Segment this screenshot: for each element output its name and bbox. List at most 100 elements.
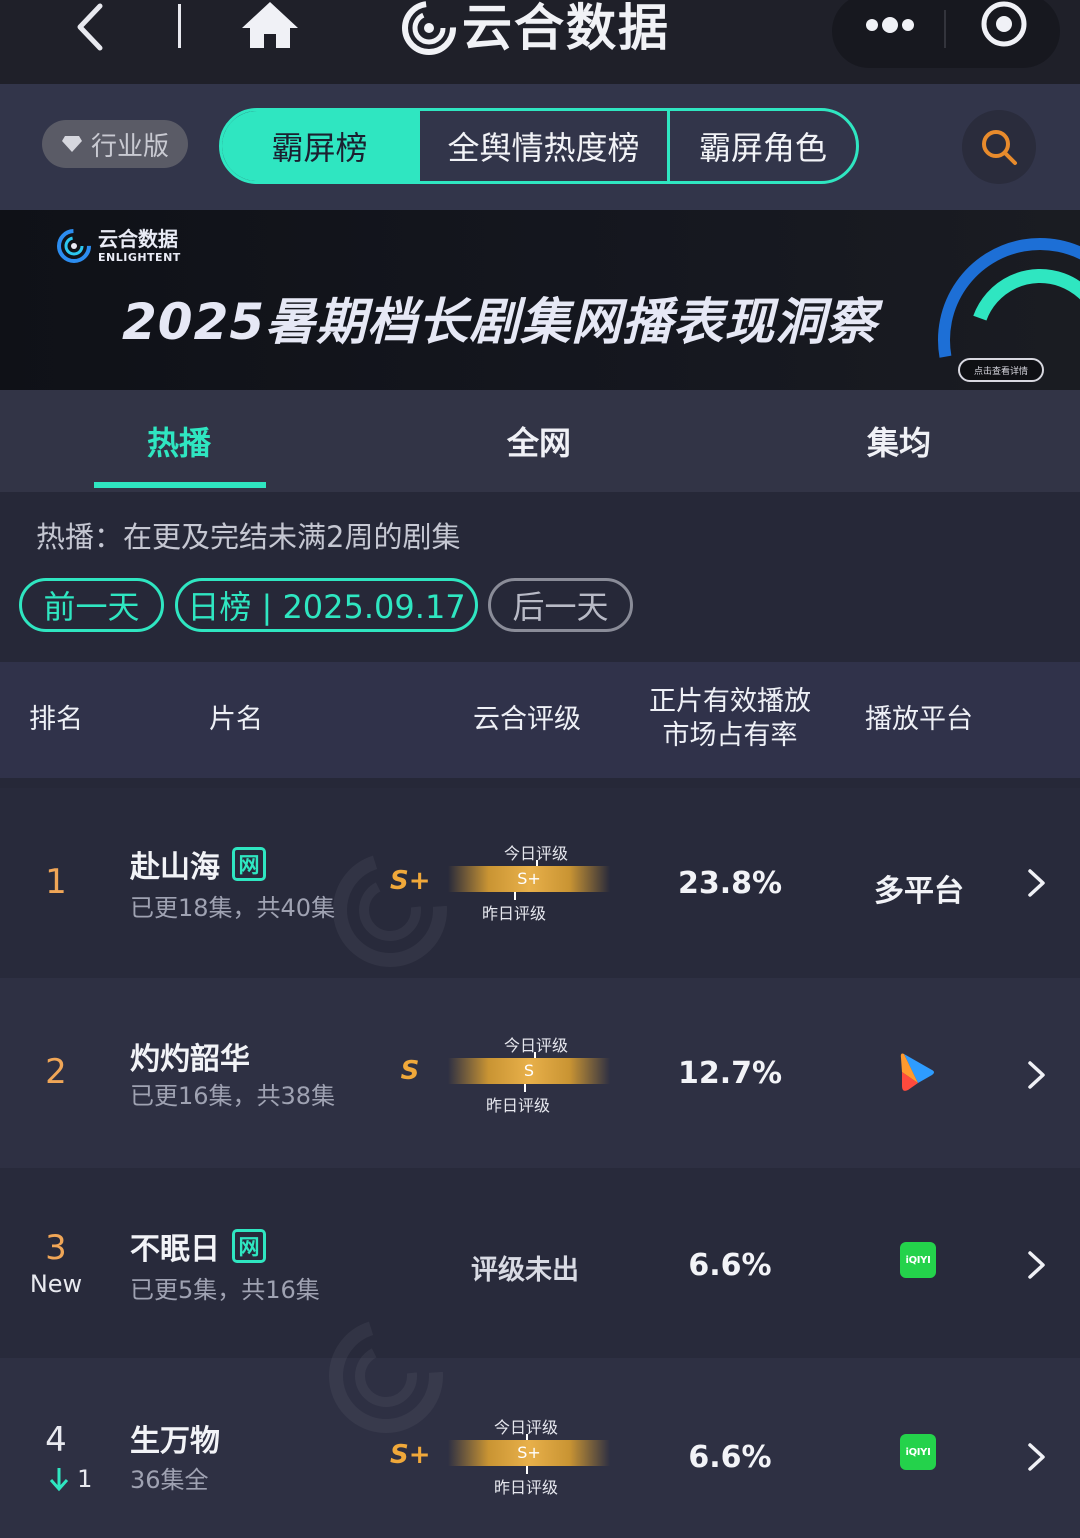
tab-dominant-characters[interactable]: 霸屏角色	[667, 111, 856, 181]
grade-comparison: 今日评级 S 昨日评级	[448, 1032, 610, 1122]
banner-logo-en: ENLIGHTENT	[98, 251, 181, 264]
list-description: 热播：在更及完结未满2周的剧集	[36, 520, 461, 554]
grade-bar-value: S	[523, 1061, 535, 1080]
tab-hot-airing[interactable]: 热播	[147, 418, 211, 464]
tab-screen-dominance[interactable]: 霸屏榜	[222, 111, 417, 181]
web-drama-badge: 网	[232, 1229, 266, 1263]
industry-version-button[interactable]: 行业版	[42, 120, 188, 168]
banner-title: 2025暑期档长剧集网播表现洞察	[122, 293, 878, 351]
yesterday-grade-pointer	[514, 892, 516, 900]
rank-change-value: 1	[77, 1465, 93, 1493]
industry-version-label: 行业版	[90, 131, 169, 162]
grade-label: S	[400, 1056, 420, 1086]
grade-comparison: 今日评级 S+ 昨日评级	[448, 840, 610, 930]
new-entry-label: New	[29, 1270, 83, 1298]
next-day-button[interactable]: 后一天	[488, 578, 633, 632]
tab-episode-average[interactable]: 集均	[867, 418, 931, 464]
drama-title: 赴山海 网	[130, 842, 266, 886]
rank-number: 1	[45, 862, 67, 902]
home-icon[interactable]	[240, 0, 300, 54]
drama-title: 生万物	[130, 1416, 220, 1460]
table-row[interactable]: 2 灼灼韶华 已更16集，共38集 S 今日评级 S 昨日评级 12.7%	[0, 978, 1080, 1168]
active-tab-indicator	[94, 482, 266, 488]
back-arrow-icon[interactable]	[62, 0, 118, 56]
chevron-right-icon[interactable]	[1026, 1442, 1048, 1472]
sub-tabs: 热播 全网 集均	[0, 390, 1080, 492]
grade-bar: S+	[448, 1440, 610, 1466]
market-share: 6.6%	[688, 1248, 772, 1283]
table-header: 排名 片名 云合评级 正片有效播放 市场占有率 播放平台	[0, 662, 1080, 778]
iqiyi-icon: iQIYI	[900, 1434, 936, 1470]
chevron-right-icon[interactable]	[1026, 868, 1048, 898]
brand-logo-icon	[402, 1, 456, 55]
header-share-line2: 市场占有率	[662, 720, 798, 751]
market-share: 6.6%	[688, 1440, 772, 1475]
drama-title-text: 赴山海	[130, 850, 220, 885]
grade-bar-value: S+	[517, 869, 541, 888]
grade-pending-text: 评级未出	[471, 1255, 579, 1286]
banner-logo-icon	[57, 229, 91, 263]
ranking-type-tabs: 霸屏榜 全舆情热度榜 霸屏角色	[219, 108, 859, 184]
yesterday-grade-label: 昨日评级	[481, 904, 546, 923]
tab-public-opinion-heat[interactable]: 全舆情热度榜	[417, 111, 667, 181]
iqiyi-icon: iQIYI	[900, 1242, 936, 1278]
close-mini-program-icon[interactable]	[978, 0, 1030, 50]
yesterday-grade-pointer	[526, 1466, 528, 1474]
ranking-header: 行业版 霸屏榜 全舆情热度榜 霸屏角色	[0, 84, 1080, 210]
drama-title-text: 生万物	[130, 1424, 220, 1459]
rank-number: 4	[45, 1420, 67, 1460]
header-grade: 云合评级	[473, 704, 581, 735]
episode-info: 36集全	[130, 1466, 209, 1494]
chevron-right-icon[interactable]	[1026, 1060, 1048, 1090]
drama-title-text: 不眠日	[130, 1232, 220, 1267]
today-grade-label: 今日评级	[503, 1036, 568, 1055]
grade-bar-value: S+	[517, 1443, 541, 1462]
episode-info: 已更16集，共38集	[130, 1082, 336, 1110]
rank-number: 2	[45, 1052, 67, 1092]
header-share-line1: 正片有效播放	[649, 686, 811, 717]
grade-label: S+	[390, 1440, 431, 1470]
nav-divider	[178, 4, 181, 48]
brand: 云合数据	[400, 0, 670, 56]
grade-bar: S	[448, 1058, 610, 1084]
search-icon	[982, 130, 1017, 165]
grade-bar: S+	[448, 866, 610, 892]
previous-day-button[interactable]: 前一天	[19, 578, 164, 632]
episode-info: 已更18集，共40集	[130, 894, 336, 922]
diamond-icon	[61, 136, 82, 152]
drama-title: 不眠日 网	[130, 1224, 266, 1268]
date-selector[interactable]: 日榜 | 2025.09.17	[175, 578, 478, 632]
header-title: 片名	[209, 704, 263, 735]
chevron-right-icon[interactable]	[1026, 1250, 1048, 1280]
yesterday-grade-pointer	[524, 1084, 526, 1092]
rank-down-arrow-icon	[49, 1468, 68, 1492]
top-nav-bar: 云合数据	[0, 0, 1080, 84]
tab-all-network[interactable]: 全网	[507, 418, 571, 464]
rank-number: 3	[45, 1228, 67, 1268]
table-row[interactable]: 4 1 生万物 36集全 S+ 今日评级 S+ 昨日评级 6.6% iQIYI	[0, 1358, 1080, 1538]
banner-detail-button[interactable]: 点击查看详情	[958, 358, 1044, 382]
header-platform: 播放平台	[865, 704, 973, 735]
grade-comparison: 今日评级 S+ 昨日评级	[448, 1414, 610, 1504]
drama-title-text: 灼灼韶华	[130, 1042, 250, 1077]
yesterday-grade-label: 昨日评级	[485, 1096, 550, 1115]
promo-banner[interactable]: 云合数据 ENLIGHTENT 2025暑期档长剧集网播表现洞察 点击查看详情	[0, 210, 1080, 390]
drama-title: 灼灼韶华	[130, 1034, 250, 1078]
market-share: 12.7%	[677, 1056, 783, 1091]
grade-label: S+	[390, 866, 431, 896]
table-row[interactable]: 3 New 不眠日 网 已更5集，共16集 评级未出 6.6% iQIYI	[0, 1168, 1080, 1358]
platform-name: 多平台	[874, 874, 964, 909]
banner-logo-name: 云合数据	[98, 227, 178, 251]
header-rank: 排名	[29, 704, 83, 735]
market-share: 23.8%	[677, 866, 783, 901]
youku-icon	[900, 1053, 934, 1091]
search-button[interactable]	[962, 110, 1036, 184]
yesterday-grade-label: 昨日评级	[493, 1478, 558, 1497]
more-options-icon[interactable]	[862, 10, 918, 40]
capsule-divider	[944, 10, 946, 48]
rank-change: 1	[40, 1464, 100, 1493]
mini-program-capsule	[832, 0, 1060, 68]
episode-info: 已更5集，共16集	[130, 1276, 320, 1304]
brand-name: 云合数据	[462, 0, 670, 57]
table-row[interactable]: 1 赴山海 网 已更18集，共40集 S+ 今日评级 S+ 昨日评级 23.8%…	[0, 788, 1080, 978]
